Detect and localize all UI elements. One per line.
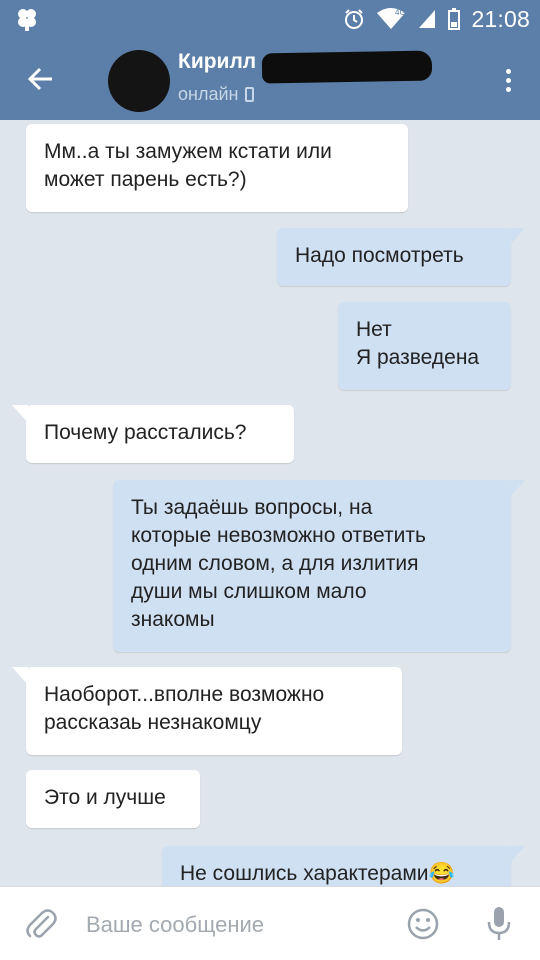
network-type: 4G <box>395 8 406 17</box>
attach-icon[interactable] <box>24 907 58 941</box>
status-bar: 4G 21:08 <box>0 0 540 38</box>
message-text: Наоборот...вполне возможно <box>44 683 325 706</box>
message-text: которые невозможно ответить <box>131 524 426 547</box>
signal-icon <box>419 10 436 28</box>
alarm-icon <box>345 9 364 29</box>
more-menu-button[interactable] <box>490 62 526 98</box>
message-composer <box>0 886 540 960</box>
message-text: рассказаь незнакомцу <box>44 711 262 734</box>
message-text: Я разведена <box>356 346 480 369</box>
chat-header: Кирилл онлайн <box>0 38 540 120</box>
message-list[interactable]: Мм..а ты замужем кстати или может парень… <box>0 120 540 886</box>
message-incoming[interactable]: Наоборот...вполне возможно рассказаь нез… <box>12 667 402 755</box>
message-text: Почему расстались? <box>44 421 247 444</box>
message-text: Надо посмотреть <box>295 244 464 267</box>
phone-small-icon <box>245 87 255 102</box>
emoji-icon[interactable] <box>406 907 440 941</box>
message-text: знакомы <box>131 608 215 631</box>
message-text: Не сошлись характерами <box>180 862 429 885</box>
message-input[interactable] <box>86 905 386 945</box>
message-text: Мм..а ты замужем кстати или <box>44 140 332 163</box>
message-text: Это и лучше <box>44 786 166 809</box>
more-vertical-icon-dot <box>505 77 511 83</box>
message-text: может парень есть?) <box>44 168 247 191</box>
message-text: одним словом, а для излития <box>131 552 419 575</box>
avatar[interactable] <box>108 50 170 112</box>
more-vertical-icon-dot <box>505 86 511 92</box>
back-arrow-icon <box>28 67 52 91</box>
message-incoming[interactable]: Мм..а ты замужем кстати или может парень… <box>26 124 408 212</box>
message-outgoing[interactable]: Ты задаёшь вопросы, на которые невозможн… <box>113 480 525 652</box>
microphone-icon[interactable] <box>484 905 514 943</box>
message-outgoing[interactable]: Не сошлись характерами😂 <box>162 846 525 886</box>
vk-icon <box>18 9 36 31</box>
wifi-icon: 4G <box>377 8 406 29</box>
message-incoming[interactable]: Это и лучше <box>26 770 200 828</box>
more-vertical-icon <box>505 68 511 74</box>
message-text: души мы слишком мало <box>131 580 367 603</box>
message-incoming[interactable]: Почему расстались? <box>12 405 294 463</box>
message-outgoing[interactable]: Нет Я разведена <box>338 302 511 390</box>
message-line: Не сошлись характерами😂 <box>180 860 493 886</box>
message-outgoing[interactable]: Надо посмотреть <box>277 228 525 286</box>
battery-icon <box>448 8 461 30</box>
contact-name[interactable]: Кирилл <box>178 50 256 74</box>
message-text: Нет <box>356 318 392 341</box>
clock: 21:08 <box>471 5 530 32</box>
message-text: Ты задаёшь вопросы, на <box>131 496 373 519</box>
contact-status: онлайн <box>178 84 255 105</box>
contact-status-text: онлайн <box>178 84 239 104</box>
laughing-emoji: 😂 <box>428 862 455 885</box>
redaction-mark <box>261 50 433 84</box>
back-button[interactable] <box>18 57 64 101</box>
